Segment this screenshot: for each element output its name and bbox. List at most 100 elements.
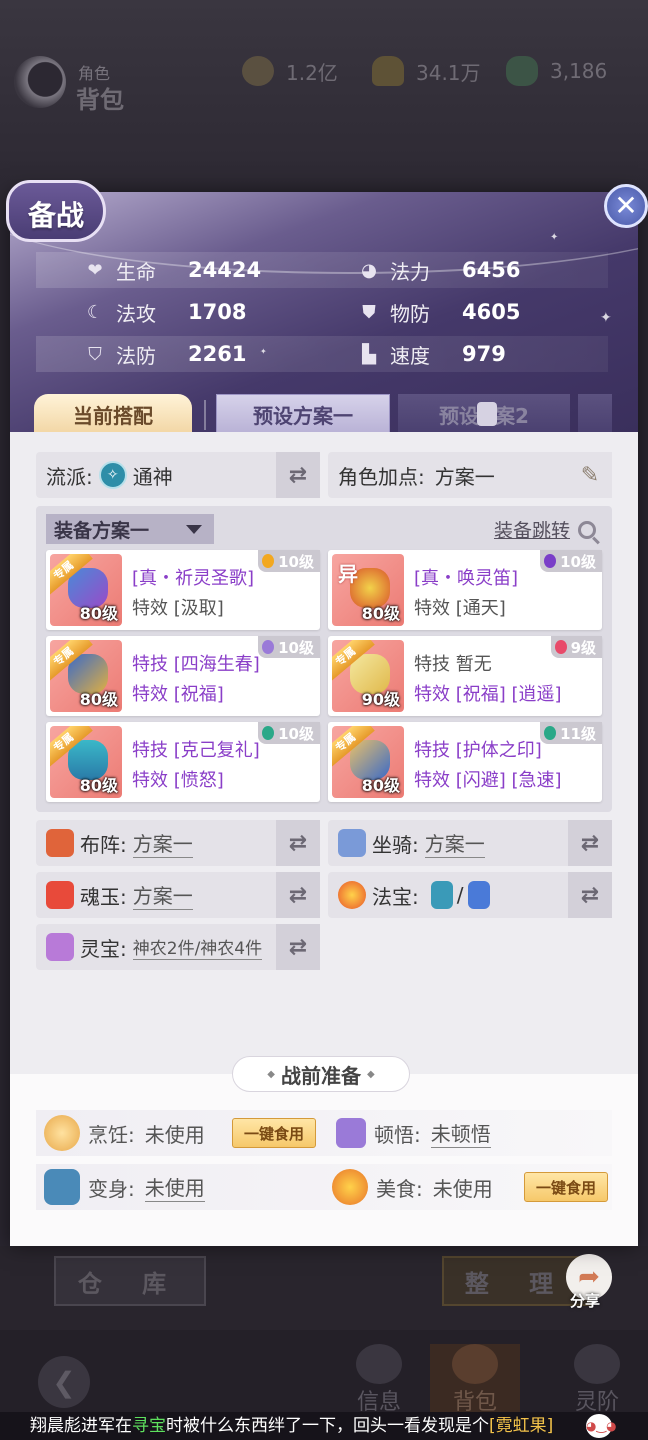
tab-current[interactable]: 当前搭配 <box>34 394 192 432</box>
gem-icon <box>554 640 567 654</box>
warehouse-button[interactable]: 仓 库 <box>54 1256 206 1306</box>
formation-swap-button[interactable]: ⇄ <box>276 820 320 866</box>
insight-item: 顿悟: 未顿悟 <box>336 1110 491 1156</box>
gem-level-badge: 10级 <box>258 636 320 658</box>
gem-icon <box>544 554 557 568</box>
mana-icon: ◕ <box>361 259 377 281</box>
nav-info[interactable]: 信息 <box>334 1344 424 1415</box>
bun-icon <box>44 1115 80 1151</box>
prep-title: ◆ 战前准备 ◆ <box>232 1056 410 1092</box>
brush-icon: ✎ <box>580 462 600 488</box>
spirit-treasure-value[interactable]: 神农2件/神农4件 <box>132 934 263 960</box>
back-arrow-icon: ❮ <box>52 1365 76 1399</box>
share-label: 分享 <box>570 1292 601 1310</box>
chevron-down-icon <box>186 525 202 534</box>
swap-icon: ⇄ <box>288 462 308 488</box>
insight-book-icon <box>336 1118 366 1148</box>
lock-icon <box>477 402 498 426</box>
equip-jump-link[interactable]: 装备跳转 <box>494 516 596 543</box>
points-edit-button[interactable]: ✎ <box>568 452 612 498</box>
spirit-treasure-row: 灵宝: 神农2件/神农4件 ⇄ <box>36 924 320 970</box>
nav-backpack[interactable]: 背包 <box>430 1344 520 1415</box>
gem-icon <box>262 726 275 740</box>
equipment-card[interactable]: 专属 80级 10级 特技 [四海生春] 特效 [祝福] <box>46 636 320 716</box>
mount-scroll-icon <box>338 829 366 857</box>
stat-magic-defense: ⛉ 法防 2261 <box>84 336 246 372</box>
swap-icon: ⇄ <box>580 830 600 856</box>
transform-value[interactable]: 未使用 <box>144 1172 205 1202</box>
tab-divider <box>204 400 206 430</box>
prep-area: 烹饪: 未使用 一键食用 顿悟: 未顿悟 变身: 未使用 美食: 未使用 一键食… <box>10 1074 638 1246</box>
gem-level-badge: 10级 <box>258 722 320 744</box>
formation-value[interactable]: 方案一 <box>132 828 193 858</box>
transform-item: 变身: 未使用 <box>44 1164 205 1210</box>
horn-icon <box>467 881 490 909</box>
tab-preset-2[interactable]: 预设 案2 <box>398 394 570 432</box>
soul-jade-swap-button[interactable]: ⇄ <box>276 872 320 918</box>
swap-icon: ⇄ <box>288 882 308 908</box>
equipment-thumbnail: 专属 80级 <box>50 726 122 798</box>
currency-coin: 1.2亿 <box>242 56 338 86</box>
insight-value[interactable]: 未顿悟 <box>430 1118 491 1148</box>
soul-jade-value[interactable]: 方案一 <box>132 880 193 910</box>
diamond-icon: ◆ <box>367 1068 375 1080</box>
modal-header: ✦ ✦ ✦ ❤ 生命 24424 ◕ 法力 6456 ☾ 法攻 1708 ⛊ 物… <box>10 192 638 432</box>
gem-icon <box>262 554 275 568</box>
equipment-card[interactable]: 专属 80级 10级 特技 [克己复礼] 特效 [愤怒] <box>46 722 320 802</box>
equip-plan-dropdown[interactable]: 装备方案一 <box>46 514 214 544</box>
nav-rank[interactable]: 灵阶 <box>552 1344 642 1415</box>
back-button[interactable]: ❮ <box>38 1356 90 1408</box>
magic-defense-icon: ⛉ <box>88 343 102 365</box>
equipment-card[interactable]: 专属 80级 10级 [真・祈灵圣歌] 特效 [汲取] <box>46 550 320 630</box>
fire-treasure-icon <box>338 881 366 909</box>
bag-icon <box>452 1344 498 1384</box>
mount-row: 坐骑: 方案一 ⇄ <box>328 820 612 866</box>
quick-eat-button[interactable]: 一键食用 <box>232 1118 316 1148</box>
attribute-points-row: 角色加点: 方案一 ✎ <box>328 452 612 498</box>
section-title: 背包 <box>76 86 124 114</box>
swap-icon: ⇄ <box>288 830 308 856</box>
equipment-thumbnail: 异 80级 <box>332 554 404 626</box>
tab-more[interactable] <box>578 394 612 432</box>
tab-preset-1[interactable]: 预设方案一 <box>216 394 390 432</box>
coin-icon <box>242 56 274 86</box>
stat-magic-attack: ☾ 法攻 1708 <box>84 294 247 330</box>
magic-attack-icon: ☾ <box>86 301 104 323</box>
stat-hp: ❤ 生命 24424 <box>84 252 261 288</box>
equipment-card[interactable]: 异 80级 10级 [真・唤灵笛] 特效 [通天] <box>328 550 602 630</box>
equipment-thumbnail: 专属 90级 <box>332 640 404 712</box>
flame-icon <box>574 1344 620 1384</box>
mount-value[interactable]: 方案一 <box>424 828 485 858</box>
school-swap-button[interactable]: ⇄ <box>276 452 320 498</box>
equipment-thumbnail: 专属 80级 <box>50 640 122 712</box>
school-row: 流派: ✧ 通神 ⇄ <box>36 452 320 498</box>
quick-eat-button[interactable]: 一键食用 <box>524 1172 608 1202</box>
moon-logo-icon <box>14 56 66 108</box>
speed-boot-icon: ▙ <box>362 343 376 365</box>
stat-mp: ◕ 法力 6456 <box>358 252 520 288</box>
points-label: 角色加点: <box>338 464 425 489</box>
mount-swap-button[interactable]: ⇄ <box>568 820 612 866</box>
gem-level-badge: 10级 <box>540 550 602 572</box>
formation-book-icon <box>46 829 74 857</box>
equipment-card[interactable]: 专属 90级 9级 特技 暂无 特效 [祝福] [逍遥] <box>328 636 602 716</box>
school-value: 通神 <box>132 464 173 489</box>
heart-icon: ❤ <box>87 259 103 281</box>
currency-ingot: 34.1万 <box>372 56 481 86</box>
equipment-card[interactable]: 专属 80级 11级 特技 [护体之印] 特效 [闪避] [急速] <box>328 722 602 802</box>
bottom-navigation <box>0 1330 648 1412</box>
swap-icon: ⇄ <box>288 934 308 960</box>
stat-physical-defense: ⛊ 物防 4605 <box>358 294 520 330</box>
school-label: 流派: <box>46 464 93 489</box>
physical-defense-icon: ⛊ <box>362 301 376 323</box>
food-item: 美食: 未使用 <box>332 1164 493 1210</box>
diamond-icon: ◆ <box>267 1068 275 1080</box>
spirit-treasure-swap-button[interactable]: ⇄ <box>276 924 320 970</box>
currency-jade: 3,186 <box>506 56 607 86</box>
treasure-swap-button[interactable]: ⇄ <box>568 872 612 918</box>
pagoda-icon <box>430 881 453 909</box>
search-icon <box>578 520 596 539</box>
close-button[interactable]: ✕ <box>604 184 648 228</box>
gift-box-icon <box>46 933 74 961</box>
broadcast-ticker: 翔晨彪进军在寻宝时被什么东西绊了一下，回头一看发现是个[霓虹果] <box>0 1412 648 1440</box>
